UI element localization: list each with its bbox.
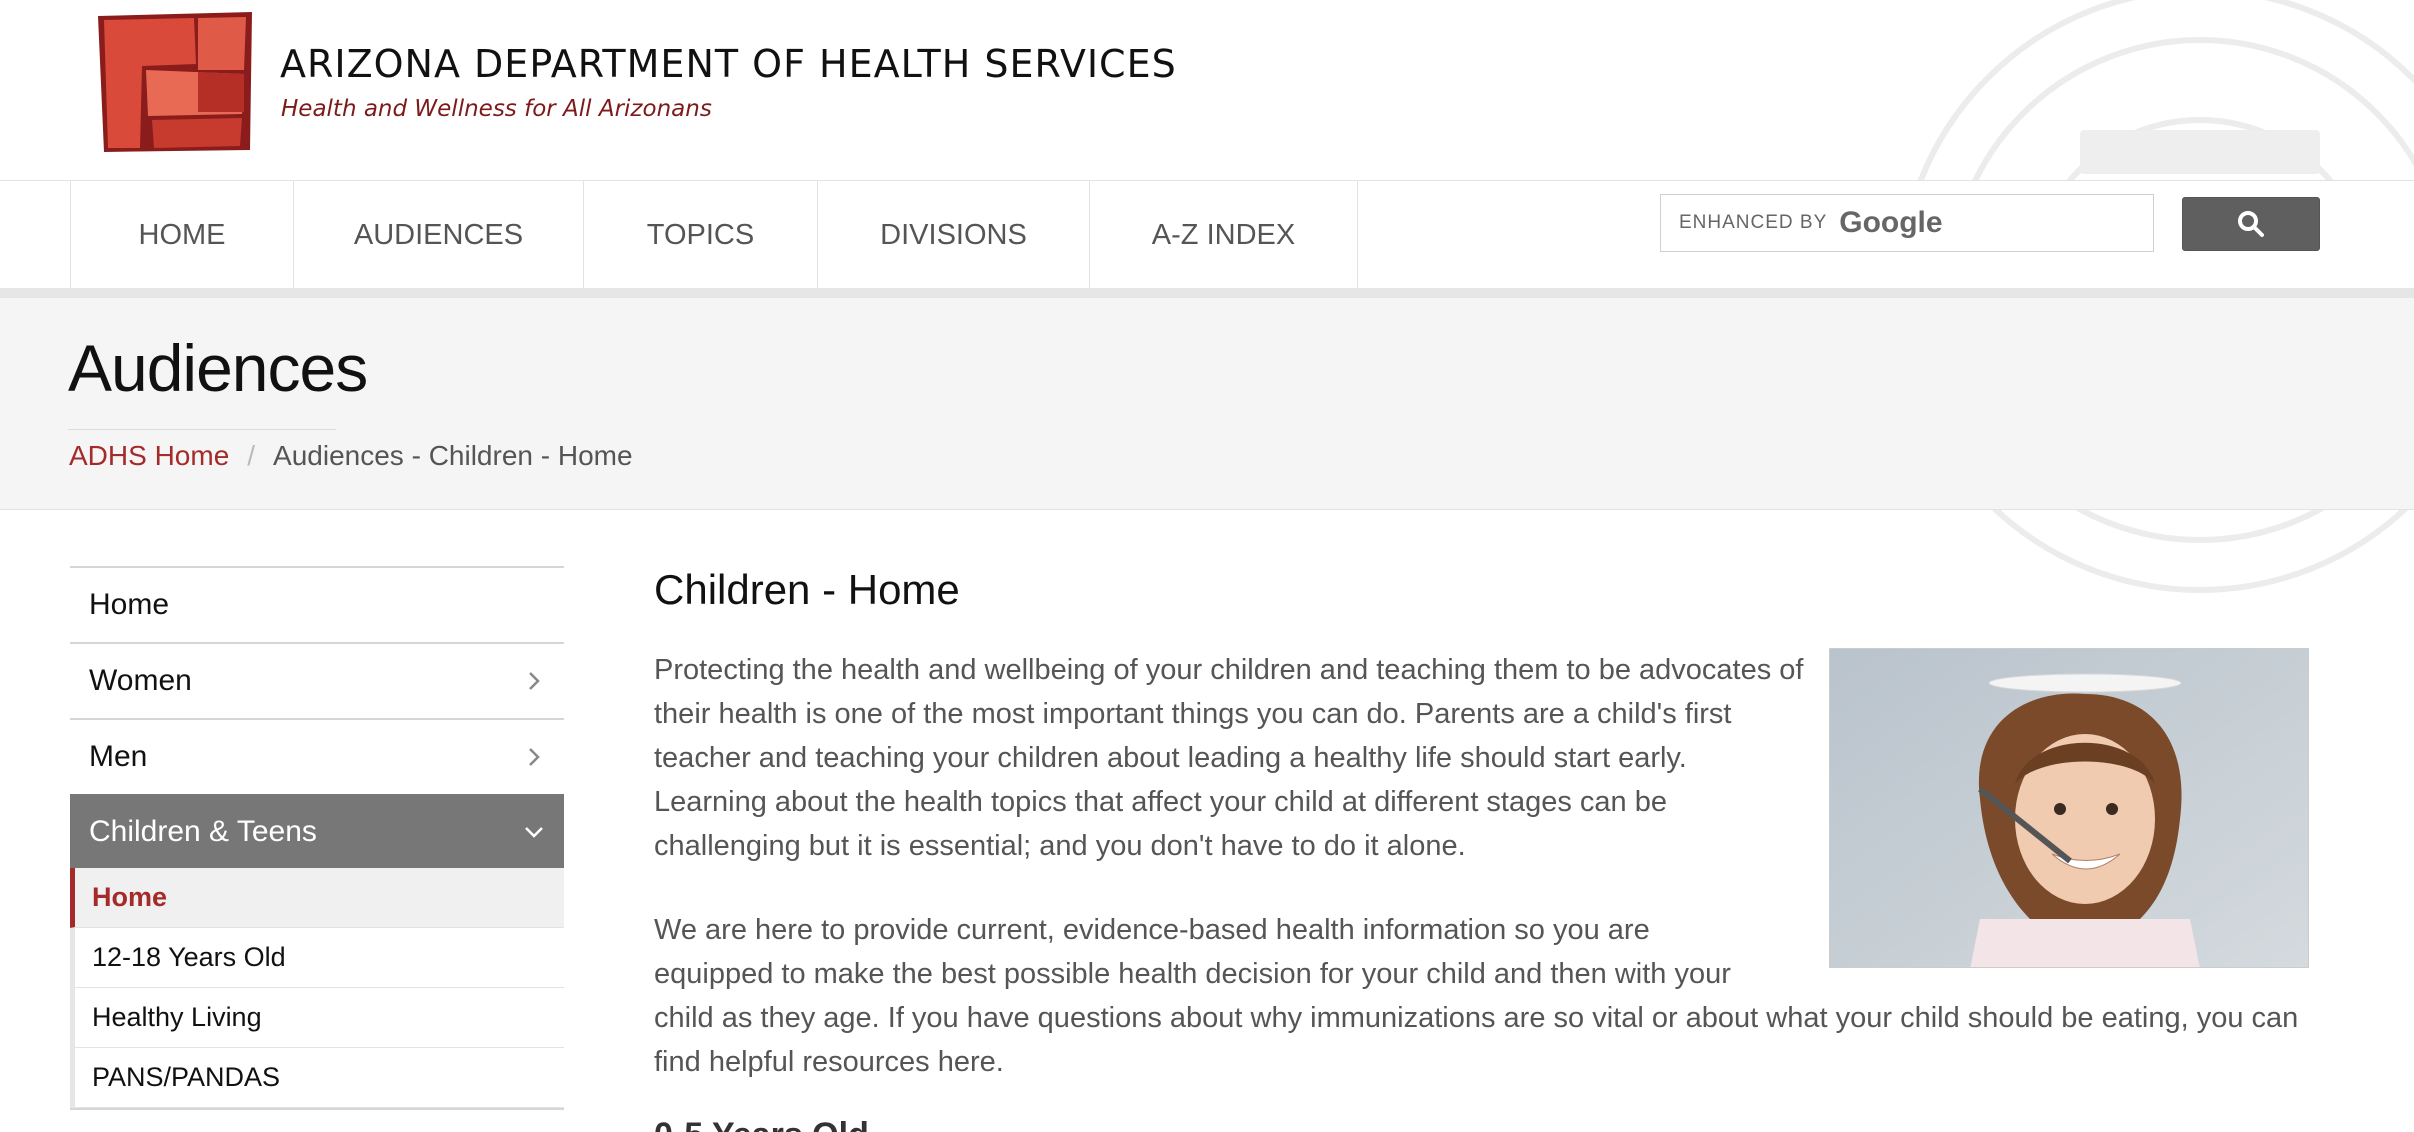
intro-paragraph: Protecting the health and wellbeing of y… bbox=[654, 654, 1804, 862]
sidebar-nav: Home Women Men Children & Teens Home 12-… bbox=[70, 566, 564, 1110]
sidebar-subitem-healthy-living[interactable]: Healthy Living bbox=[75, 988, 564, 1048]
support-paragraph-line: child as they age. If you have questions… bbox=[654, 1002, 2299, 1034]
section-heading-0-5-years: 0-5 Years Old bbox=[654, 1116, 869, 1132]
breadcrumb-current: Audiences - Children - Home bbox=[273, 440, 633, 471]
support-paragraph: We are here to provide current, evidence… bbox=[654, 908, 2334, 1084]
page-banner: Audiences ADHS Home / Audiences - Childr… bbox=[0, 298, 2414, 510]
sidebar-item-label: Home bbox=[89, 588, 170, 621]
sidebar-item-label: Men bbox=[89, 740, 148, 773]
breadcrumb-separator: / bbox=[247, 440, 256, 471]
sidebar-subitem-12-18-years[interactable]: 12-18 Years Old bbox=[75, 928, 564, 988]
sidebar-item-label: Women bbox=[89, 664, 192, 697]
support-paragraph-line: We are here to provide current, evidence… bbox=[654, 914, 1650, 946]
google-brand: Google bbox=[1839, 206, 1943, 239]
support-paragraph-line: find helpful resources here. bbox=[654, 1046, 1004, 1078]
sidebar-item-children-teens[interactable]: Children & Teens bbox=[70, 794, 564, 868]
search-enhanced-label: ENHANCED BY bbox=[1679, 212, 1828, 233]
sidebar-item-women[interactable]: Women bbox=[70, 642, 564, 718]
sidebar-sublist: Home 12-18 Years Old Healthy Living PANS… bbox=[70, 868, 564, 1108]
site-title: ARIZONA DEPARTMENT OF HEALTH SERVICES bbox=[280, 42, 1177, 86]
nav-list: HOME AUDIENCES TOPICS DIVISIONS A-Z INDE… bbox=[70, 181, 1358, 289]
nav-item-topics[interactable]: TOPICS bbox=[584, 181, 818, 289]
breadcrumb: ADHS Home / Audiences - Children - Home bbox=[69, 440, 633, 472]
sidebar-subitem-home[interactable]: Home bbox=[70, 868, 564, 928]
nav-item-audiences[interactable]: AUDIENCES bbox=[294, 181, 584, 289]
main-content: Children - Home Protecting the health an… bbox=[654, 566, 2334, 1132]
adhs-logo[interactable] bbox=[94, 12, 256, 154]
heading-divider bbox=[68, 429, 336, 430]
search-button[interactable] bbox=[2182, 197, 2320, 251]
site-tagline: Health and Wellness for All Arizonans bbox=[281, 96, 712, 122]
chevron-right-icon bbox=[529, 672, 540, 690]
breadcrumb-home-link[interactable]: ADHS Home bbox=[69, 440, 229, 472]
sidebar-item-label: Children & Teens bbox=[89, 815, 317, 848]
chevron-down-icon bbox=[525, 827, 543, 838]
support-paragraph-line: equipped to make the best possible healt… bbox=[654, 958, 1731, 990]
sidebar-bottom-rule bbox=[70, 1108, 564, 1110]
sidebar-item-home[interactable]: Home bbox=[70, 566, 564, 642]
site-header: ARIZONA DEPARTMENT OF HEALTH SERVICES He… bbox=[0, 0, 2414, 180]
sidebar-item-men[interactable]: Men bbox=[70, 718, 564, 794]
main-nav: HOME AUDIENCES TOPICS DIVISIONS A-Z INDE… bbox=[0, 180, 2414, 298]
nav-item-home[interactable]: HOME bbox=[71, 181, 294, 289]
search-input[interactable]: ENHANCED BY Google bbox=[1660, 194, 2154, 252]
chevron-right-icon bbox=[529, 748, 540, 766]
nav-item-a-z-index[interactable]: A-Z INDEX bbox=[1090, 181, 1358, 289]
search-icon bbox=[2238, 211, 2264, 237]
content-title: Children - Home bbox=[654, 566, 960, 613]
nav-item-divisions[interactable]: DIVISIONS bbox=[818, 181, 1090, 289]
sidebar-subitem-pans-pandas[interactable]: PANS/PANDAS bbox=[75, 1048, 564, 1108]
page-title: Audiences bbox=[68, 331, 368, 405]
